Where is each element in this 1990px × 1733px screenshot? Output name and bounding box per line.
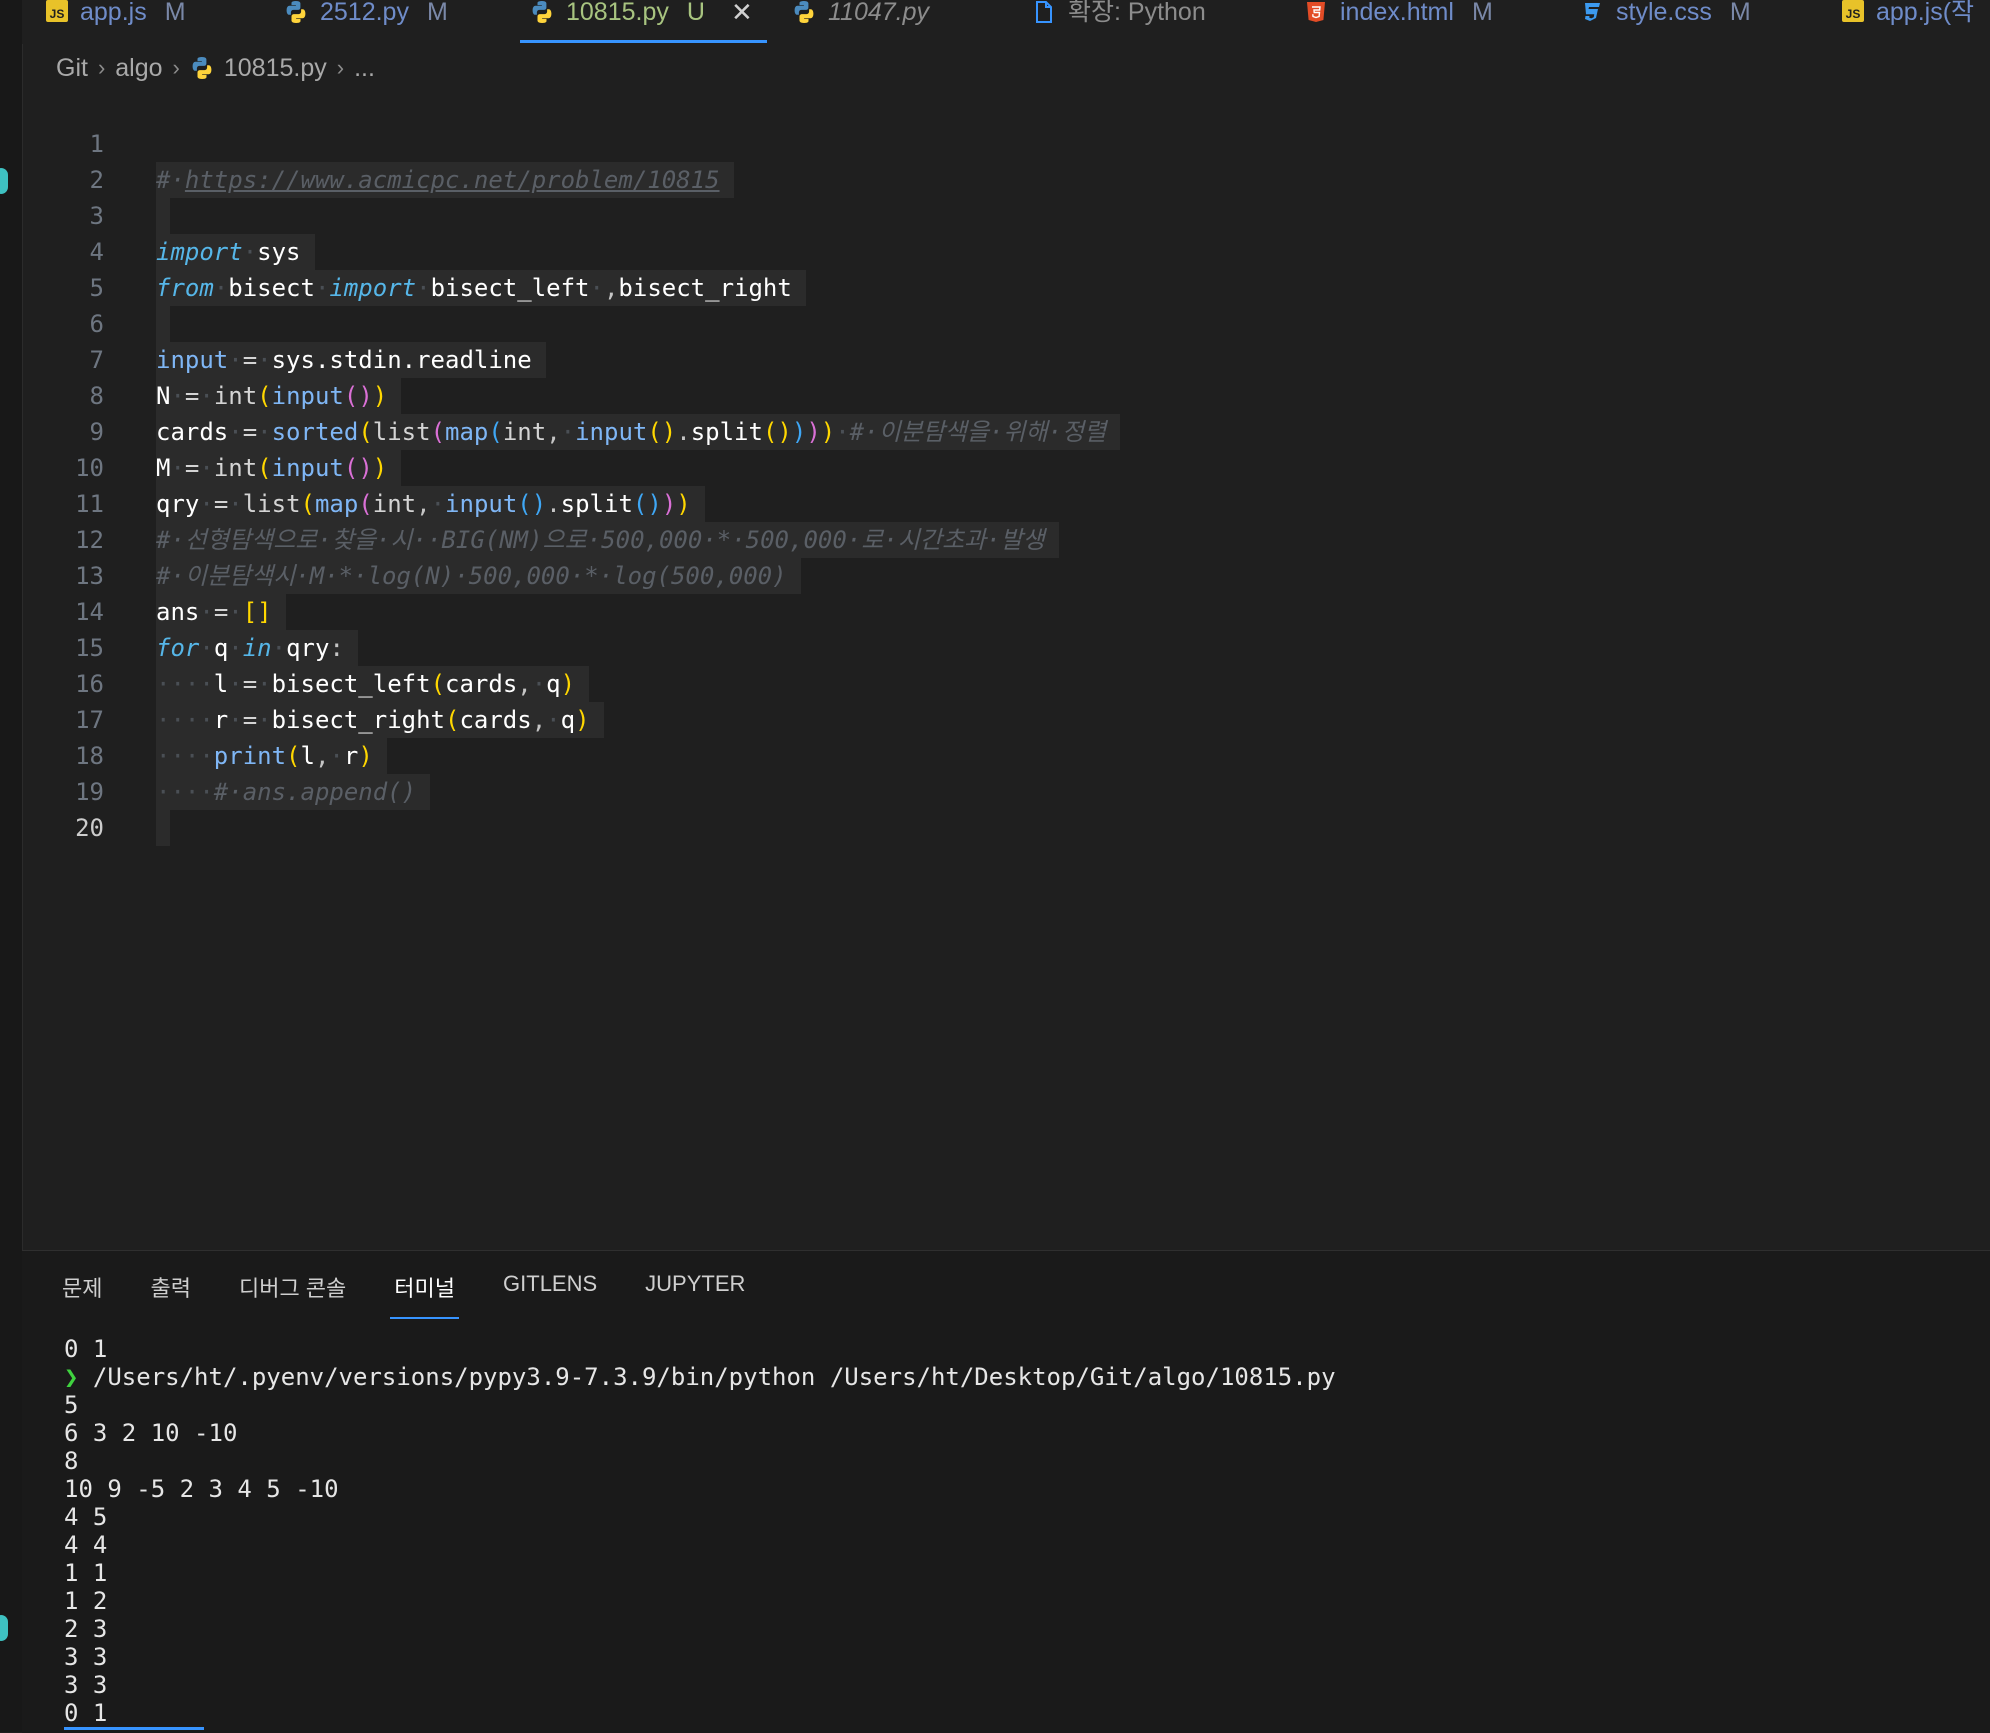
tab-label: 2512.py [320, 0, 409, 26]
tab-terminal[interactable]: 터미널 [390, 1271, 459, 1319]
tab-label: 10815.py [566, 0, 669, 26]
tab-label: index.html [1340, 0, 1454, 26]
gutter-indicator [0, 168, 8, 194]
javascript-file-icon: JS [1842, 0, 1864, 22]
terminal-line: 4 4 [64, 1531, 108, 1559]
tab-extension-python[interactable]: 확장: Python [1032, 0, 1206, 44]
python-file-icon [532, 1, 552, 23]
code-line: 4 from·bisect·import·bisect_left·,bisect… [22, 198, 1990, 306]
tab-11047-py[interactable]: 11047.py [792, 0, 929, 44]
terminal-line: 6 3 2 10 -10 [64, 1419, 238, 1447]
code-line: 16 ····r·=·bisect_right(cards,·q) [22, 630, 1990, 738]
breadcrumb-root[interactable]: Git [56, 54, 88, 83]
terminal-line: 5 [64, 1391, 79, 1419]
terminal-line: 1 2 [64, 1587, 108, 1615]
code-line: 8 cards·=·sorted(list(map(int,·input().s… [22, 342, 1990, 450]
tab-label: style.css [1616, 0, 1712, 26]
editor-tab-bar: JS app.js M 2512.py M 10815.py U ✕ 11047… [22, 0, 1990, 44]
tab-app-js-2[interactable]: JS app.js(작 [1842, 0, 1974, 44]
terminal-command: /Users/ht/.pyenv/versions/pypy3.9-7.3.9/… [92, 1363, 1336, 1391]
breadcrumb: Git › algo › 10815.py › ... [56, 50, 375, 86]
bottom-panel: 문제 출력 디버그 콘솔 터미널 GITLENS JUPYTER 0 1 ❯ /U… [22, 1250, 1990, 1733]
code-line: 13 ans·=·[] [22, 522, 1990, 630]
code-line: 20 [22, 774, 1990, 842]
code-line: 10 qry·=·list(map(int,·input().split())) [22, 414, 1990, 522]
tab-status: M [1471, 0, 1493, 26]
panel-tab-bar: 문제 출력 디버그 콘솔 터미널 GITLENS JUPYTER [62, 1271, 745, 1319]
terminal-line: 4 5 [64, 1503, 108, 1531]
code-editor[interactable]: 1 #·https://www.acmicpc.net/problem/1081… [22, 90, 1990, 1250]
python-file-icon [794, 1, 814, 23]
gutter-indicator [0, 1615, 8, 1641]
tab-output[interactable]: 출력 [150, 1271, 190, 1313]
tab-debug-console[interactable]: 디버그 콘솔 [239, 1271, 346, 1313]
terminal-line: 1 1 [64, 1559, 108, 1587]
code-line: 14 for·q·in·qry: [22, 558, 1990, 666]
tab-status: U [686, 0, 705, 26]
code-line: 5 [22, 234, 1990, 342]
code-line: 3 import·sys [22, 162, 1990, 270]
code-line: 12 #·이분탐색시·M·*·log(N)·500,000·*·log(500,… [22, 486, 1990, 594]
tab-10815-py[interactable]: 10815.py U ✕ [520, 0, 767, 44]
prompt-arrow-icon: ❯ [64, 1363, 79, 1391]
python-file-icon [192, 57, 212, 79]
code-line: 18 ····#·ans.append() [22, 702, 1990, 810]
line-number: 20 [75, 814, 104, 842]
code-line: 7 N·=·int(input()) [22, 306, 1990, 414]
tab-problems[interactable]: 문제 [62, 1271, 102, 1313]
terminal-line: 0 1 [64, 1699, 108, 1727]
breadcrumb-file[interactable]: 10815.py [224, 54, 327, 83]
terminal-line: 3 3 [64, 1671, 108, 1699]
document-icon [1036, 1, 1052, 23]
tab-gitlens[interactable]: GITLENS [503, 1271, 597, 1313]
tab-style-css[interactable]: style.css M [1580, 0, 1751, 44]
code-line: 17 ····print(l,·r) [22, 666, 1990, 774]
terminal-line: 10 9 -5 2 3 4 5 -10 [64, 1475, 339, 1503]
tab-index-html[interactable]: index.html M [1304, 0, 1493, 44]
terminal-output[interactable]: 0 1 ❯ /Users/ht/.pyenv/versions/pypy3.9-7… [64, 1335, 1336, 1727]
tab-status: M [426, 0, 448, 26]
breadcrumb-folder[interactable]: algo [115, 54, 162, 83]
tab-label: app.js(작 [1876, 0, 1975, 26]
python-file-icon [286, 1, 306, 23]
terminal-scroll-indicator [64, 1727, 204, 1730]
terminal-line: 3 3 [64, 1643, 108, 1671]
chevron-right-icon: › [172, 55, 180, 80]
tab-app-js[interactable]: JS app.js M [46, 0, 186, 44]
code-line: 15 ····l·=·bisect_left(cards,·q) [22, 594, 1990, 702]
code-line: 9 M·=·int(input()) [22, 378, 1990, 486]
tab-status: M [164, 0, 186, 26]
terminal-line: 2 3 [64, 1615, 108, 1643]
tab-label: 확장: Python [1068, 0, 1206, 26]
code-line: 2 [22, 126, 1990, 234]
code-line: 11 #·선형탐색으로·찾을·시··BIG(NM)으로·500,000·*·50… [22, 450, 1990, 558]
code-line: 1 #·https://www.acmicpc.net/problem/1081… [22, 90, 1990, 198]
close-icon[interactable]: ✕ [731, 0, 753, 25]
chevron-right-icon: › [97, 55, 106, 80]
code-content [156, 810, 184, 846]
javascript-file-icon: JS [46, 0, 68, 22]
breadcrumb-more[interactable]: ... [354, 54, 375, 83]
code-line: 6 input·=·sys.stdin.readline [22, 270, 1990, 378]
tab-status: M [1729, 0, 1751, 26]
tab-2512-py[interactable]: 2512.py M [284, 0, 448, 44]
left-edge-bar [0, 0, 23, 1732]
tab-label: 11047.py [828, 0, 930, 26]
terminal-line: 0 1 [64, 1335, 108, 1363]
tab-jupyter[interactable]: JUPYTER [645, 1271, 745, 1313]
css-file-icon [1585, 3, 1600, 21]
code-line: 19 [22, 738, 1990, 846]
tab-label: app.js [80, 0, 147, 26]
html5-file-icon [1307, 2, 1325, 22]
terminal-line: 8 [64, 1447, 79, 1475]
chevron-right-icon: › [336, 55, 345, 80]
terminal-command-line: ❯ /Users/ht/.pyenv/versions/pypy3.9-7.3.… [64, 1363, 1336, 1391]
